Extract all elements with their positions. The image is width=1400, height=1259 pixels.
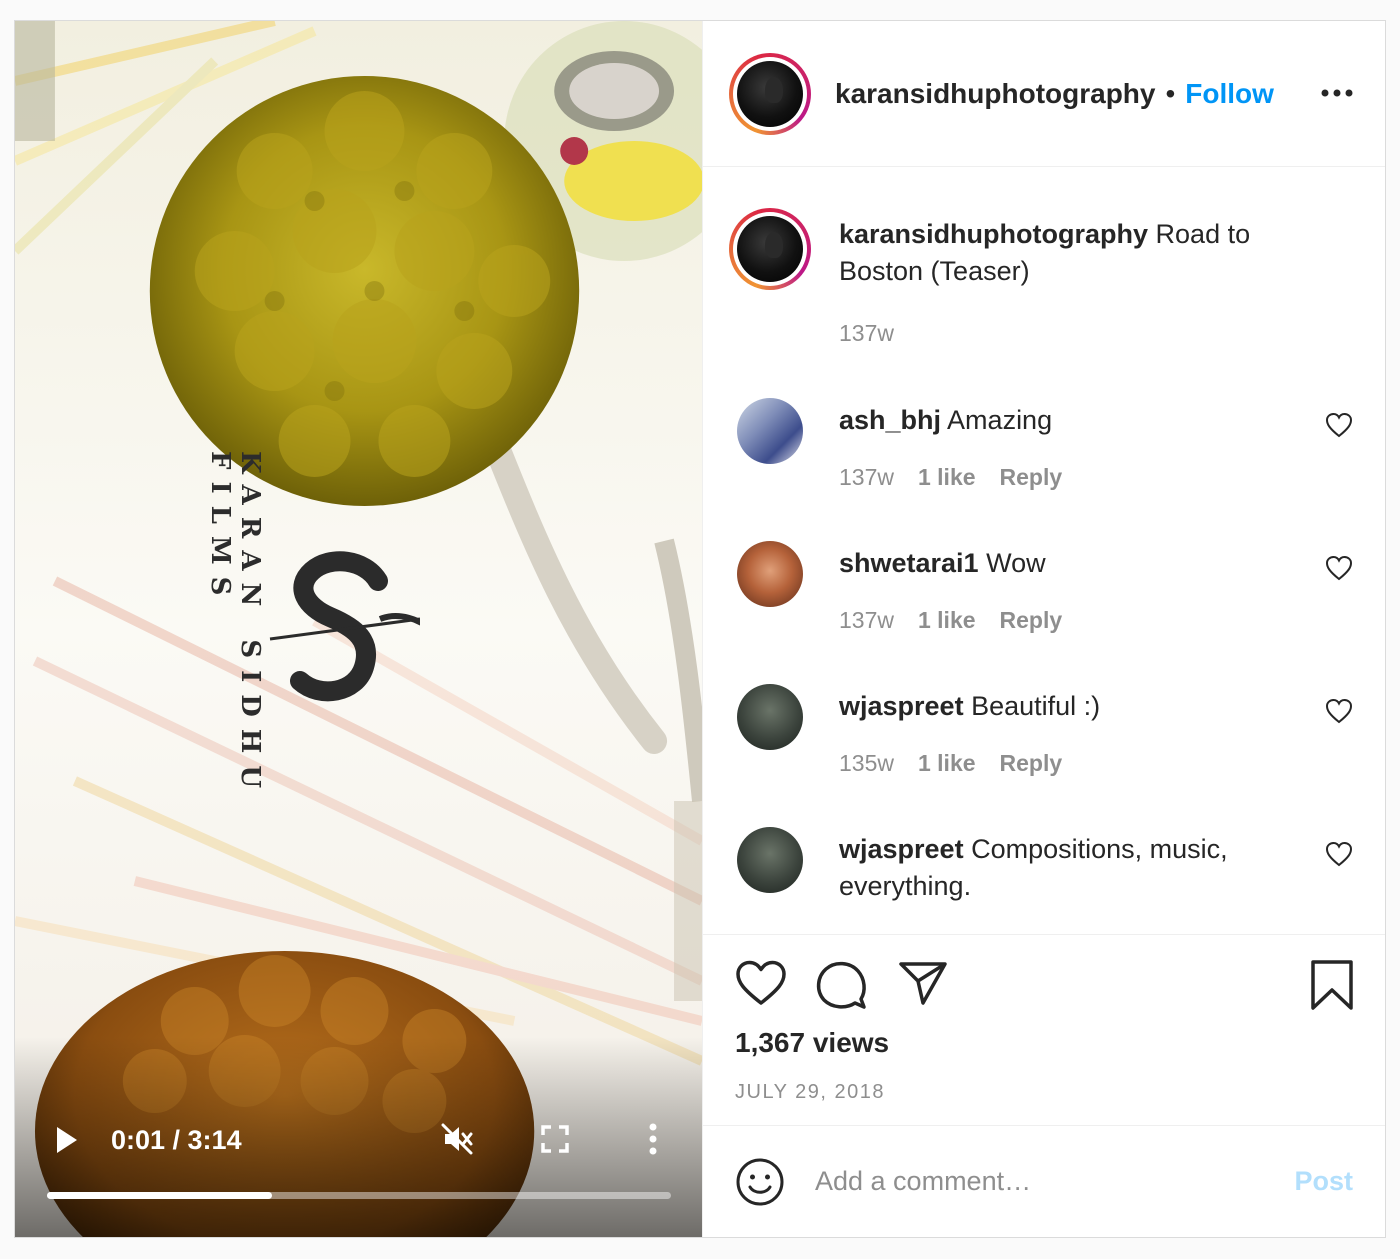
comment-input[interactable] xyxy=(815,1166,1295,1197)
emoji-smiley-icon[interactable] xyxy=(735,1157,785,1207)
comment-username[interactable]: wjaspreet xyxy=(839,691,964,721)
heart-icon[interactable] xyxy=(1325,412,1353,438)
reply-button[interactable]: Reply xyxy=(1000,464,1063,491)
add-comment-bar: Post xyxy=(703,1125,1385,1237)
commenter-avatar[interactable] xyxy=(737,541,803,607)
heart-icon[interactable] xyxy=(1325,841,1353,867)
caption-text: karansidhuphotography Road to Boston (Te… xyxy=(839,216,1299,290)
post-caption: karansidhuphotography Road to Boston (Te… xyxy=(729,168,1359,388)
comment-timestamp[interactable]: 135w xyxy=(839,750,894,777)
comment-item: ash_bhj Amazing 137w 1 like Reply xyxy=(729,388,1359,531)
reply-button[interactable]: Reply xyxy=(1000,750,1063,777)
comment-username[interactable]: ash_bhj xyxy=(839,405,941,435)
like-heart-icon[interactable] xyxy=(735,959,787,1007)
comment-bubble-icon[interactable] xyxy=(815,959,867,1011)
caption-username[interactable]: karansidhuphotography xyxy=(839,219,1148,249)
comment-body: Beautiful :) xyxy=(971,691,1101,721)
comment-likes[interactable]: 1 like xyxy=(918,607,976,634)
commenter-avatar[interactable] xyxy=(737,398,803,464)
comments-list[interactable]: karansidhuphotography Road to Boston (Te… xyxy=(703,168,1385,934)
muted-speaker-icon[interactable] xyxy=(439,1121,475,1157)
post-comment-button[interactable]: Post xyxy=(1294,1166,1353,1197)
comment-timestamp[interactable]: 137w xyxy=(839,464,894,491)
fullscreen-icon[interactable] xyxy=(539,1123,571,1155)
header-username[interactable]: karansidhuphotography xyxy=(835,78,1155,110)
comment-timestamp[interactable]: 137w xyxy=(839,607,894,634)
brand-logo-icon xyxy=(260,541,430,721)
post-date[interactable]: JULY 29, 2018 xyxy=(735,1081,885,1104)
view-count[interactable]: 1,367 views xyxy=(735,1027,889,1059)
post-header: karansidhuphotography • Follow xyxy=(703,21,1385,167)
video-progress-bar[interactable] xyxy=(47,1192,671,1199)
comment-meta: 137w 1 like Reply xyxy=(839,607,1062,634)
vertical-dots-icon[interactable] xyxy=(645,1121,661,1157)
post-card: KARAN SIDHU FILMS 0:01 / 3:14 karansidhu… xyxy=(14,20,1386,1238)
follow-button[interactable]: Follow xyxy=(1185,78,1274,110)
commenter-avatar[interactable] xyxy=(737,827,803,893)
video-time: 0:01 / 3:14 xyxy=(111,1125,242,1155)
caption-avatar[interactable] xyxy=(729,208,811,290)
play-icon[interactable] xyxy=(55,1125,79,1155)
comment-username[interactable]: wjaspreet xyxy=(839,834,964,864)
comment-likes[interactable]: 1 like xyxy=(918,750,976,777)
comment-meta: 137w 1 like Reply xyxy=(839,464,1062,491)
avatar-image xyxy=(737,216,803,282)
video-progress-fill xyxy=(47,1192,272,1199)
commenter-avatar[interactable] xyxy=(737,684,803,750)
heart-icon[interactable] xyxy=(1325,698,1353,724)
reply-button[interactable]: Reply xyxy=(1000,607,1063,634)
comment-item: shwetarai1 Wow 137w 1 like Reply xyxy=(729,531,1359,674)
post-actions: 1,367 views JULY 29, 2018 xyxy=(703,934,1385,1124)
header-separator: • xyxy=(1165,77,1176,109)
video-controls: 0:01 / 3:14 xyxy=(15,1097,702,1187)
comment-body: Wow xyxy=(986,548,1046,578)
bookmark-icon[interactable] xyxy=(1309,959,1355,1011)
heart-icon[interactable] xyxy=(1325,555,1353,581)
comment-likes[interactable]: 1 like xyxy=(918,464,976,491)
horizontal-dots-icon[interactable] xyxy=(1319,81,1355,105)
comment-meta: 135w 1 like Reply xyxy=(839,750,1062,777)
caption-timestamp[interactable]: 137w xyxy=(839,320,894,347)
share-paper-plane-icon[interactable] xyxy=(897,959,949,1007)
avatar-image xyxy=(737,60,803,127)
post-side-panel: karansidhuphotography • Follow karansidh… xyxy=(702,21,1385,1237)
comment-username[interactable]: shwetarai1 xyxy=(839,548,979,578)
comment-body: Amazing xyxy=(947,405,1053,435)
avatar[interactable] xyxy=(729,52,811,135)
video-player[interactable]: KARAN SIDHU FILMS 0:01 / 3:14 xyxy=(15,21,702,1237)
comment-item: wjaspreet Beautiful :) 135w 1 like Reply xyxy=(729,674,1359,817)
